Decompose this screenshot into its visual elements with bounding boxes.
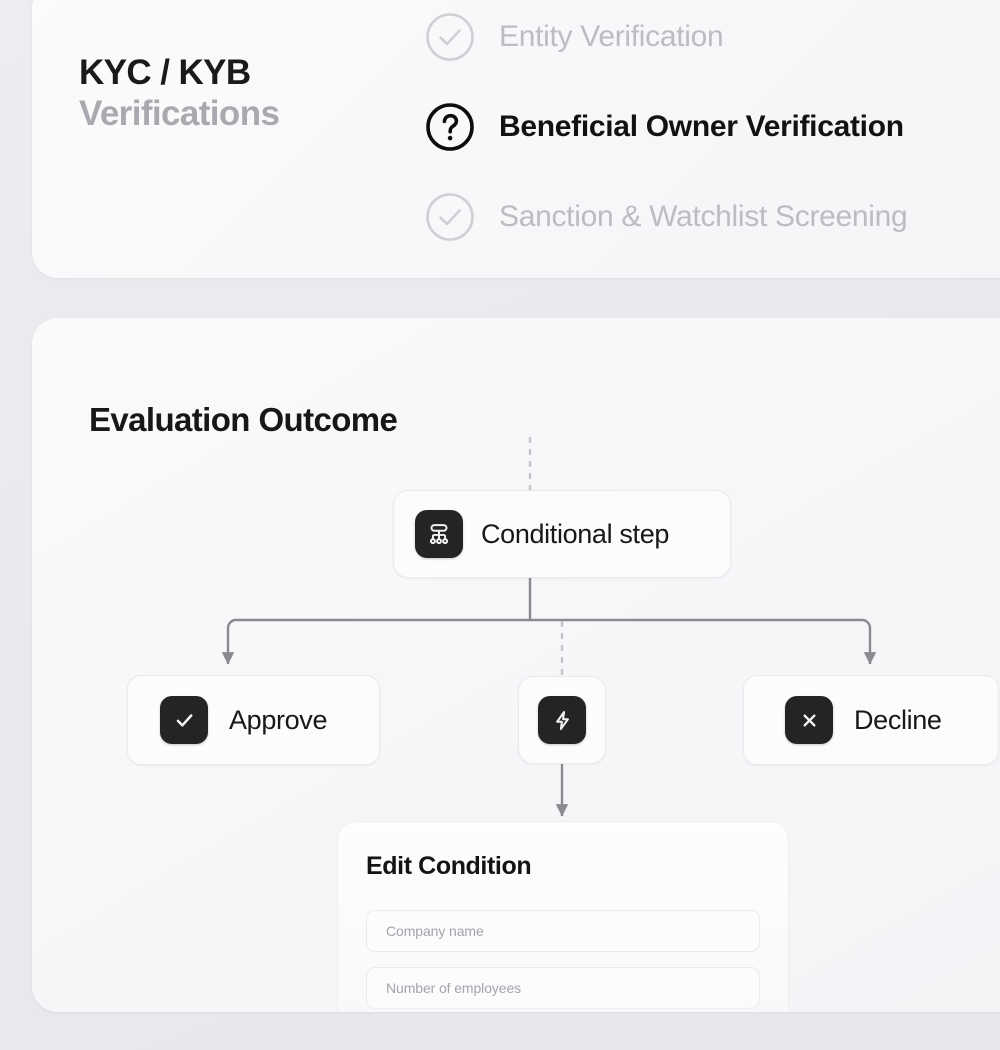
number-of-employees-placeholder: Number of employees (386, 980, 522, 996)
company-name-placeholder: Company name (386, 923, 484, 939)
connector-branch-left (221, 618, 530, 665)
verification-item-beneficial-owner[interactable]: Beneficial Owner Verification (422, 99, 904, 155)
number-of-employees-field[interactable]: Number of employees (366, 967, 760, 1009)
flow-node-decline[interactable]: Decline (743, 675, 999, 765)
flow-node-approve[interactable]: Approve (127, 675, 380, 765)
evaluation-outcome-card: Evaluation Outcome Conditional step Appr… (32, 318, 1000, 1012)
edit-condition-panel: Edit Condition Company name Number of em… (337, 821, 789, 1012)
circle-question-icon (422, 99, 478, 155)
flow-node-condition-trigger[interactable] (518, 676, 606, 764)
kyc-verifications-card: KYC / KYB Verifications Entity Verificat… (32, 0, 1000, 278)
kyc-card-title: KYC / KYB Verifications (79, 53, 379, 135)
verification-item-label: Sanction & Watchlist Screening (499, 200, 908, 233)
flow-node-label: Conditional step (481, 518, 670, 549)
app-root: KYC / KYB Verifications Entity Verificat… (0, 0, 1000, 1050)
verification-item-label: Beneficial Owner Verification (499, 110, 904, 143)
evaluation-flow-diagram: Conditional step Approve Decline Edit Co… (32, 318, 1000, 1012)
flow-node-label: Approve (229, 704, 328, 735)
kyc-title-secondary: Verifications (79, 94, 280, 134)
verification-item-label: Entity Verification (499, 20, 724, 53)
x-icon (785, 696, 833, 744)
flow-node-conditional-step[interactable]: Conditional step (393, 490, 731, 578)
hierarchy-icon (415, 510, 463, 558)
check-icon (160, 696, 208, 744)
company-name-field[interactable]: Company name (366, 910, 760, 952)
kyc-title-primary: KYC / KYB (79, 53, 251, 93)
flow-node-label: Decline (854, 704, 942, 735)
circle-check-icon (422, 9, 478, 65)
verification-item-entity[interactable]: Entity Verification (422, 9, 724, 65)
circle-check-icon (422, 189, 478, 245)
edit-condition-title: Edit Condition (366, 852, 532, 880)
verification-item-sanction-screening[interactable]: Sanction & Watchlist Screening (422, 189, 908, 245)
connector-branch-right (530, 618, 877, 665)
lightning-bolt-icon (538, 696, 586, 744)
